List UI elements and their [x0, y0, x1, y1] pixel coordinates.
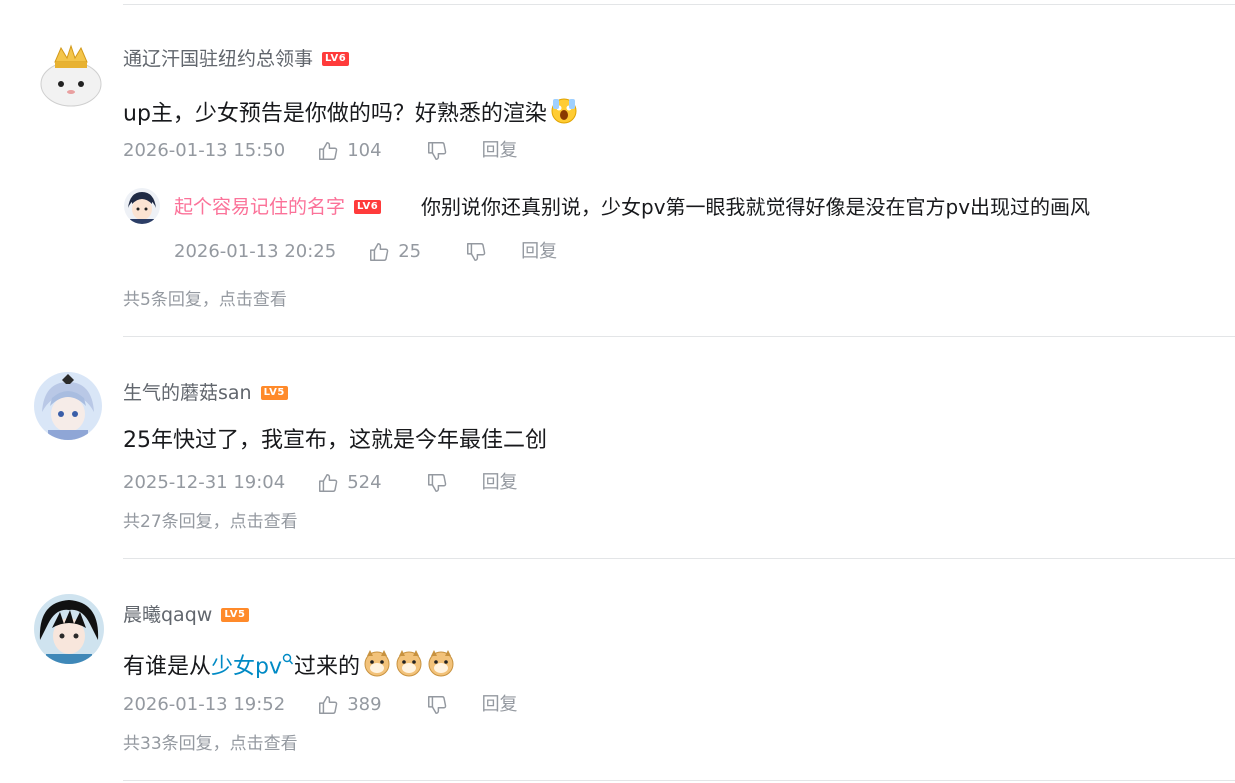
divider — [123, 4, 1235, 5]
like-count: 524 — [347, 472, 382, 493]
view-more-replies[interactable]: 共27条回复，点击查看 — [123, 510, 298, 534]
like-count: 104 — [347, 140, 382, 161]
thumbs-down-icon — [427, 696, 446, 714]
comment-meta: 2026-01-13 19:52 389 回复 — [123, 693, 518, 717]
avatar[interactable] — [37, 40, 105, 108]
comment-content: 25年快过了，我宣布，这就是今年最佳二创 — [123, 428, 547, 453]
reply-button[interactable]: 回复 — [482, 471, 518, 495]
doge-emoji-icon — [362, 648, 392, 687]
divider — [123, 780, 1235, 781]
comment-content: up主，少女预告是你做的吗？好熟悉的渲染 — [123, 101, 547, 127]
comment-text: 有谁是从少女pv 过来的 — [123, 648, 456, 687]
reply-username-text[interactable]: 起个容易记住的名字 — [174, 195, 345, 219]
level-badge: LV5 — [221, 608, 249, 622]
reply-button[interactable]: 回复 — [482, 139, 518, 163]
username[interactable]: 生气的蘑菇san LV5 — [123, 381, 288, 405]
view-more-replies[interactable]: 共5条回复，点击查看 — [123, 288, 287, 312]
like-button[interactable]: 25 — [368, 240, 421, 264]
thumbs-down-icon — [427, 474, 446, 492]
divider — [123, 558, 1235, 559]
like-count: 25 — [398, 241, 422, 262]
reply-avatar[interactable] — [124, 188, 160, 224]
timestamp: 2026-01-13 19:52 — [123, 694, 286, 715]
timestamp: 2026-01-13 20:25 — [174, 241, 337, 262]
timestamp: 2026-01-13 15:50 — [123, 140, 286, 161]
dislike-button[interactable] — [426, 694, 448, 716]
thumbs-down-icon — [427, 142, 446, 160]
username[interactable]: 通辽汗国驻纽约总领事 LV6 — [123, 47, 350, 71]
reply-button[interactable]: 回复 — [521, 240, 557, 264]
thumbs-down-icon — [467, 243, 486, 261]
like-button[interactable]: 389 — [317, 693, 382, 717]
scream-emoji-icon — [549, 95, 579, 134]
thumbs-up-icon — [319, 474, 338, 492]
divider — [123, 336, 1235, 337]
level-badge: LV6 — [354, 200, 382, 214]
comment-meta: 2025-12-31 19:04 524 回复 — [123, 471, 518, 495]
username-text[interactable]: 通辽汗国驻纽约总领事 — [123, 47, 313, 71]
reply-username[interactable]: 起个容易记住的名字 LV6 — [174, 195, 382, 219]
search-link[interactable]: 少女pv — [211, 655, 282, 680]
dislike-button[interactable] — [465, 241, 487, 263]
avatar[interactable] — [34, 594, 104, 664]
doge-emoji-icon — [394, 648, 424, 687]
reply-button[interactable]: 回复 — [482, 693, 518, 717]
comment-text: up主，少女预告是你做的吗？好熟悉的渲染 — [123, 95, 579, 134]
username[interactable]: 晨曦qaqw LV5 — [123, 603, 249, 627]
search-icon[interactable] — [282, 646, 294, 676]
reply-meta: 2026-01-13 20:25 25 回复 — [174, 240, 557, 264]
level-badge: LV5 — [260, 386, 288, 400]
doge-emoji-icon — [426, 648, 456, 687]
dislike-button[interactable] — [426, 472, 448, 494]
dislike-button[interactable] — [426, 140, 448, 162]
comment-content-after: 过来的 — [294, 654, 361, 680]
comment-meta: 2026-01-13 15:50 104 回复 — [123, 139, 518, 163]
like-button[interactable]: 104 — [317, 139, 382, 163]
timestamp: 2025-12-31 19:04 — [123, 472, 286, 493]
thumbs-up-icon — [370, 243, 389, 261]
avatar[interactable] — [34, 372, 102, 440]
comment-content-before: 有谁是从 — [123, 654, 212, 680]
like-count: 389 — [347, 694, 382, 715]
thumbs-up-icon — [319, 696, 338, 714]
like-button[interactable]: 524 — [317, 471, 382, 495]
view-more-replies[interactable]: 共33条回复，点击查看 — [123, 732, 298, 756]
level-badge: LV6 — [322, 52, 350, 66]
username-text[interactable]: 生气的蘑菇san — [123, 381, 252, 405]
thumbs-up-icon — [319, 142, 338, 160]
username-text[interactable]: 晨曦qaqw — [123, 603, 212, 627]
reply-content: 你别说你还真别说，少女pv第一眼我就觉得好像是没在官方pv出现过的画风 — [421, 195, 1091, 219]
